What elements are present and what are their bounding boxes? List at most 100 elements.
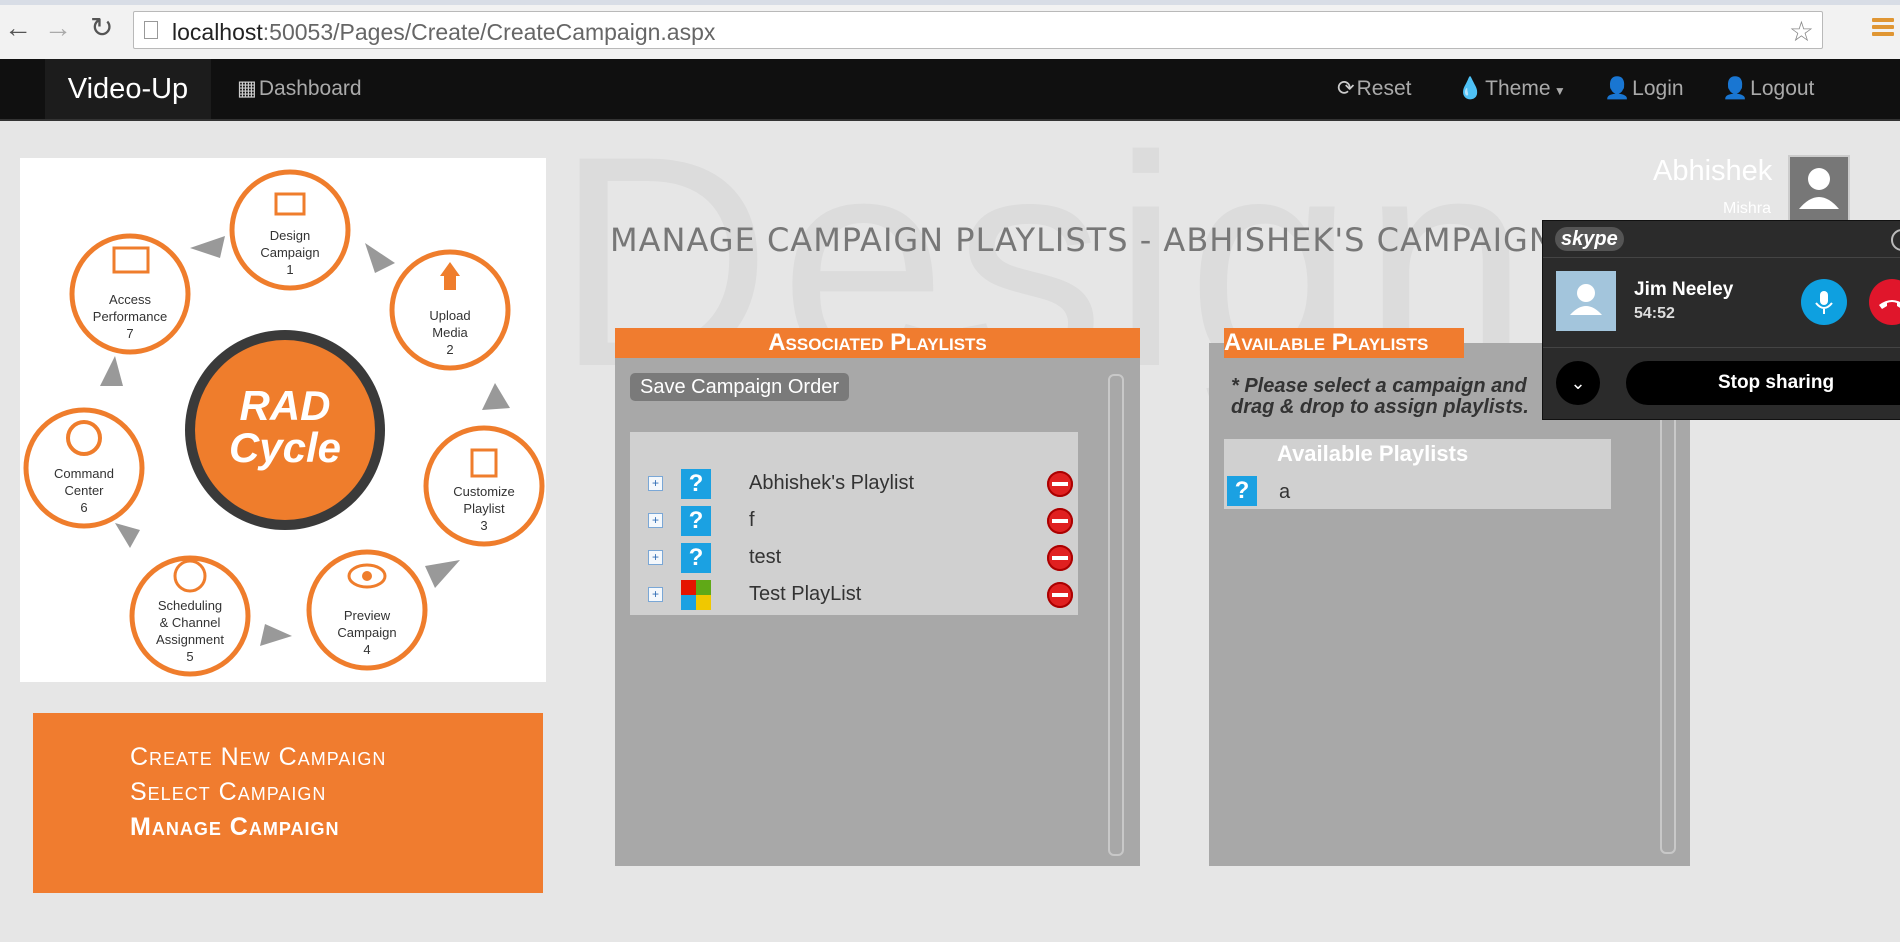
rad-center-line1: RAD xyxy=(240,382,331,429)
step-7-num: 7 xyxy=(126,326,133,341)
step-4-num: 4 xyxy=(363,642,370,657)
address-bar[interactable]: localhost:50053/Pages/Create/CreateCampa… xyxy=(133,11,1823,49)
tiles-thumb-icon xyxy=(681,580,711,610)
rad-cycle-diagram: RAD Cycle Design Campaign 1 Upload Media… xyxy=(23,169,545,677)
divider xyxy=(1543,257,1900,258)
playlist-name: Abhishek's Playlist xyxy=(749,472,914,494)
nav-logout-label: Logout xyxy=(1750,77,1815,100)
stop-sharing-button[interactable]: Stop sharing xyxy=(1626,361,1900,405)
question-thumb-icon: ? xyxy=(1227,476,1257,506)
skype-call-window: skype Jim Neeley 54:52 ⌄ Stop sharing xyxy=(1542,220,1900,420)
instruction-line1: * Please select a campaign and xyxy=(1231,375,1527,397)
browser-chrome: ← → ↻ localhost:50053/Pages/Create/Creat… xyxy=(0,0,1900,60)
playlist-name: f xyxy=(749,509,755,531)
available-scrollbar[interactable] xyxy=(1660,400,1676,854)
menu-select-campaign[interactable]: Select Campaign xyxy=(130,778,326,807)
step-3-line2: Playlist xyxy=(463,501,505,516)
caller-avatar xyxy=(1556,271,1616,331)
save-campaign-order-button[interactable]: Save Campaign Order xyxy=(630,373,849,401)
chevron-down-icon[interactable]: ⌄ xyxy=(1556,361,1600,405)
star-icon[interactable]: ☆ xyxy=(1789,15,1814,48)
step-2-line2: Media xyxy=(432,325,468,340)
list-item[interactable]: + ? Abhishek's Playlist xyxy=(630,466,1078,502)
page-title: MANAGE CAMPAIGN PLAYLISTS - ABHISHEK'S C… xyxy=(610,221,1554,259)
user-name: Abhishek xyxy=(1653,155,1773,187)
phone-hangup-icon xyxy=(1879,300,1900,309)
step-1-line2: Campaign xyxy=(260,245,319,260)
step-7-line1: Access xyxy=(109,292,151,307)
list-item[interactable]: + ? test xyxy=(630,540,1078,576)
step-3-line1: Customize xyxy=(453,484,514,499)
associated-scrollbar[interactable] xyxy=(1108,374,1124,856)
reload-icon[interactable]: ↻ xyxy=(90,14,113,42)
available-playlist-list: Available Playlists ? a xyxy=(1224,439,1611,509)
question-thumb-icon: ? xyxy=(681,543,711,573)
menu-manage-campaign[interactable]: Manage Campaign xyxy=(130,813,340,842)
avatar[interactable] xyxy=(1788,155,1850,223)
nav-logout[interactable]: 👤Logout xyxy=(1722,59,1814,119)
grid-icon: ▦ xyxy=(237,77,257,100)
available-playlist-name[interactable]: a xyxy=(1279,481,1290,504)
remove-icon[interactable] xyxy=(1047,545,1073,571)
nav-login[interactable]: 👤Login xyxy=(1604,59,1684,119)
tab-strip xyxy=(0,0,1900,5)
step-4-line1: Preview xyxy=(344,608,391,623)
question-thumb-icon: ? xyxy=(681,469,711,499)
user-icon: 👤 xyxy=(1722,77,1749,100)
user-surname: Mishra xyxy=(1723,200,1772,217)
close-icon[interactable] xyxy=(1891,229,1900,251)
back-icon[interactable]: ← xyxy=(4,14,32,42)
url-host: localhost xyxy=(172,19,263,45)
remove-icon[interactable] xyxy=(1047,471,1073,497)
step-6-line2: Center xyxy=(64,483,104,498)
step-7-line2: Performance xyxy=(93,309,167,324)
step-2-num: 2 xyxy=(446,342,453,357)
rad-cycle-image: RAD Cycle Design Campaign 1 Upload Media… xyxy=(20,158,546,682)
step-2-line1: Upload xyxy=(429,308,470,323)
person-icon xyxy=(1799,168,1839,209)
question-thumb-icon: ? xyxy=(681,506,711,536)
nav-dashboard-label: Dashboard xyxy=(258,77,362,100)
mute-button[interactable] xyxy=(1801,279,1847,325)
associated-playlists-header: Associated Playlists xyxy=(615,328,1140,358)
playlist-name: Test PlayList xyxy=(749,583,862,605)
forward-icon[interactable]: → xyxy=(44,14,72,42)
brand-logo[interactable]: Video-Up xyxy=(45,59,211,119)
instruction-line2: drag & drop to assign playlists. xyxy=(1231,396,1529,418)
hang-up-button[interactable] xyxy=(1869,279,1900,325)
list-item[interactable]: + Test PlayList xyxy=(630,577,1078,613)
list-item[interactable]: + ? f xyxy=(630,503,1078,539)
browser-menu-icon[interactable] xyxy=(1872,18,1894,40)
step-1-num: 1 xyxy=(286,262,293,277)
step-1-line1: Design xyxy=(270,228,310,243)
remove-icon[interactable] xyxy=(1047,582,1073,608)
expand-icon[interactable]: + xyxy=(648,513,663,528)
skype-logo: skype xyxy=(1555,227,1624,251)
available-playlists-header: Available Playlists xyxy=(1224,328,1464,358)
step-5-line1: Scheduling xyxy=(158,598,222,613)
available-playlists-panel xyxy=(1209,343,1690,866)
associated-playlist-list: + ? Abhishek's Playlist + ? f + ? test +… xyxy=(630,432,1078,615)
available-list-header: Available Playlists xyxy=(1277,441,1469,466)
menu-create-campaign[interactable]: Create New Campaign xyxy=(130,743,386,772)
expand-icon[interactable]: + xyxy=(648,476,663,491)
step-5-line3: Assignment xyxy=(156,632,224,647)
nav-dashboard[interactable]: ▦Dashboard xyxy=(237,59,362,119)
call-duration: 54:52 xyxy=(1634,305,1675,322)
campaign-menu: Create New Campaign Select Campaign Mana… xyxy=(33,713,543,893)
url-text: localhost:50053/Pages/Create/CreateCampa… xyxy=(172,19,715,46)
expand-icon[interactable]: + xyxy=(648,587,663,602)
user-icon: 👤 xyxy=(1604,77,1631,100)
person-icon xyxy=(1570,284,1602,315)
playlist-name: test xyxy=(749,546,782,568)
divider xyxy=(1543,347,1900,348)
microphone-icon xyxy=(1815,291,1833,314)
step-4-line2: Campaign xyxy=(337,625,396,640)
url-path: :50053/Pages/Create/CreateCampaign.aspx xyxy=(262,19,716,45)
caller-name: Jim Neeley xyxy=(1634,279,1734,300)
nav-login-label: Login xyxy=(1632,77,1684,100)
step-6-num: 6 xyxy=(80,500,87,515)
remove-icon[interactable] xyxy=(1047,508,1073,534)
step-5-num: 5 xyxy=(186,649,193,664)
expand-icon[interactable]: + xyxy=(648,550,663,565)
